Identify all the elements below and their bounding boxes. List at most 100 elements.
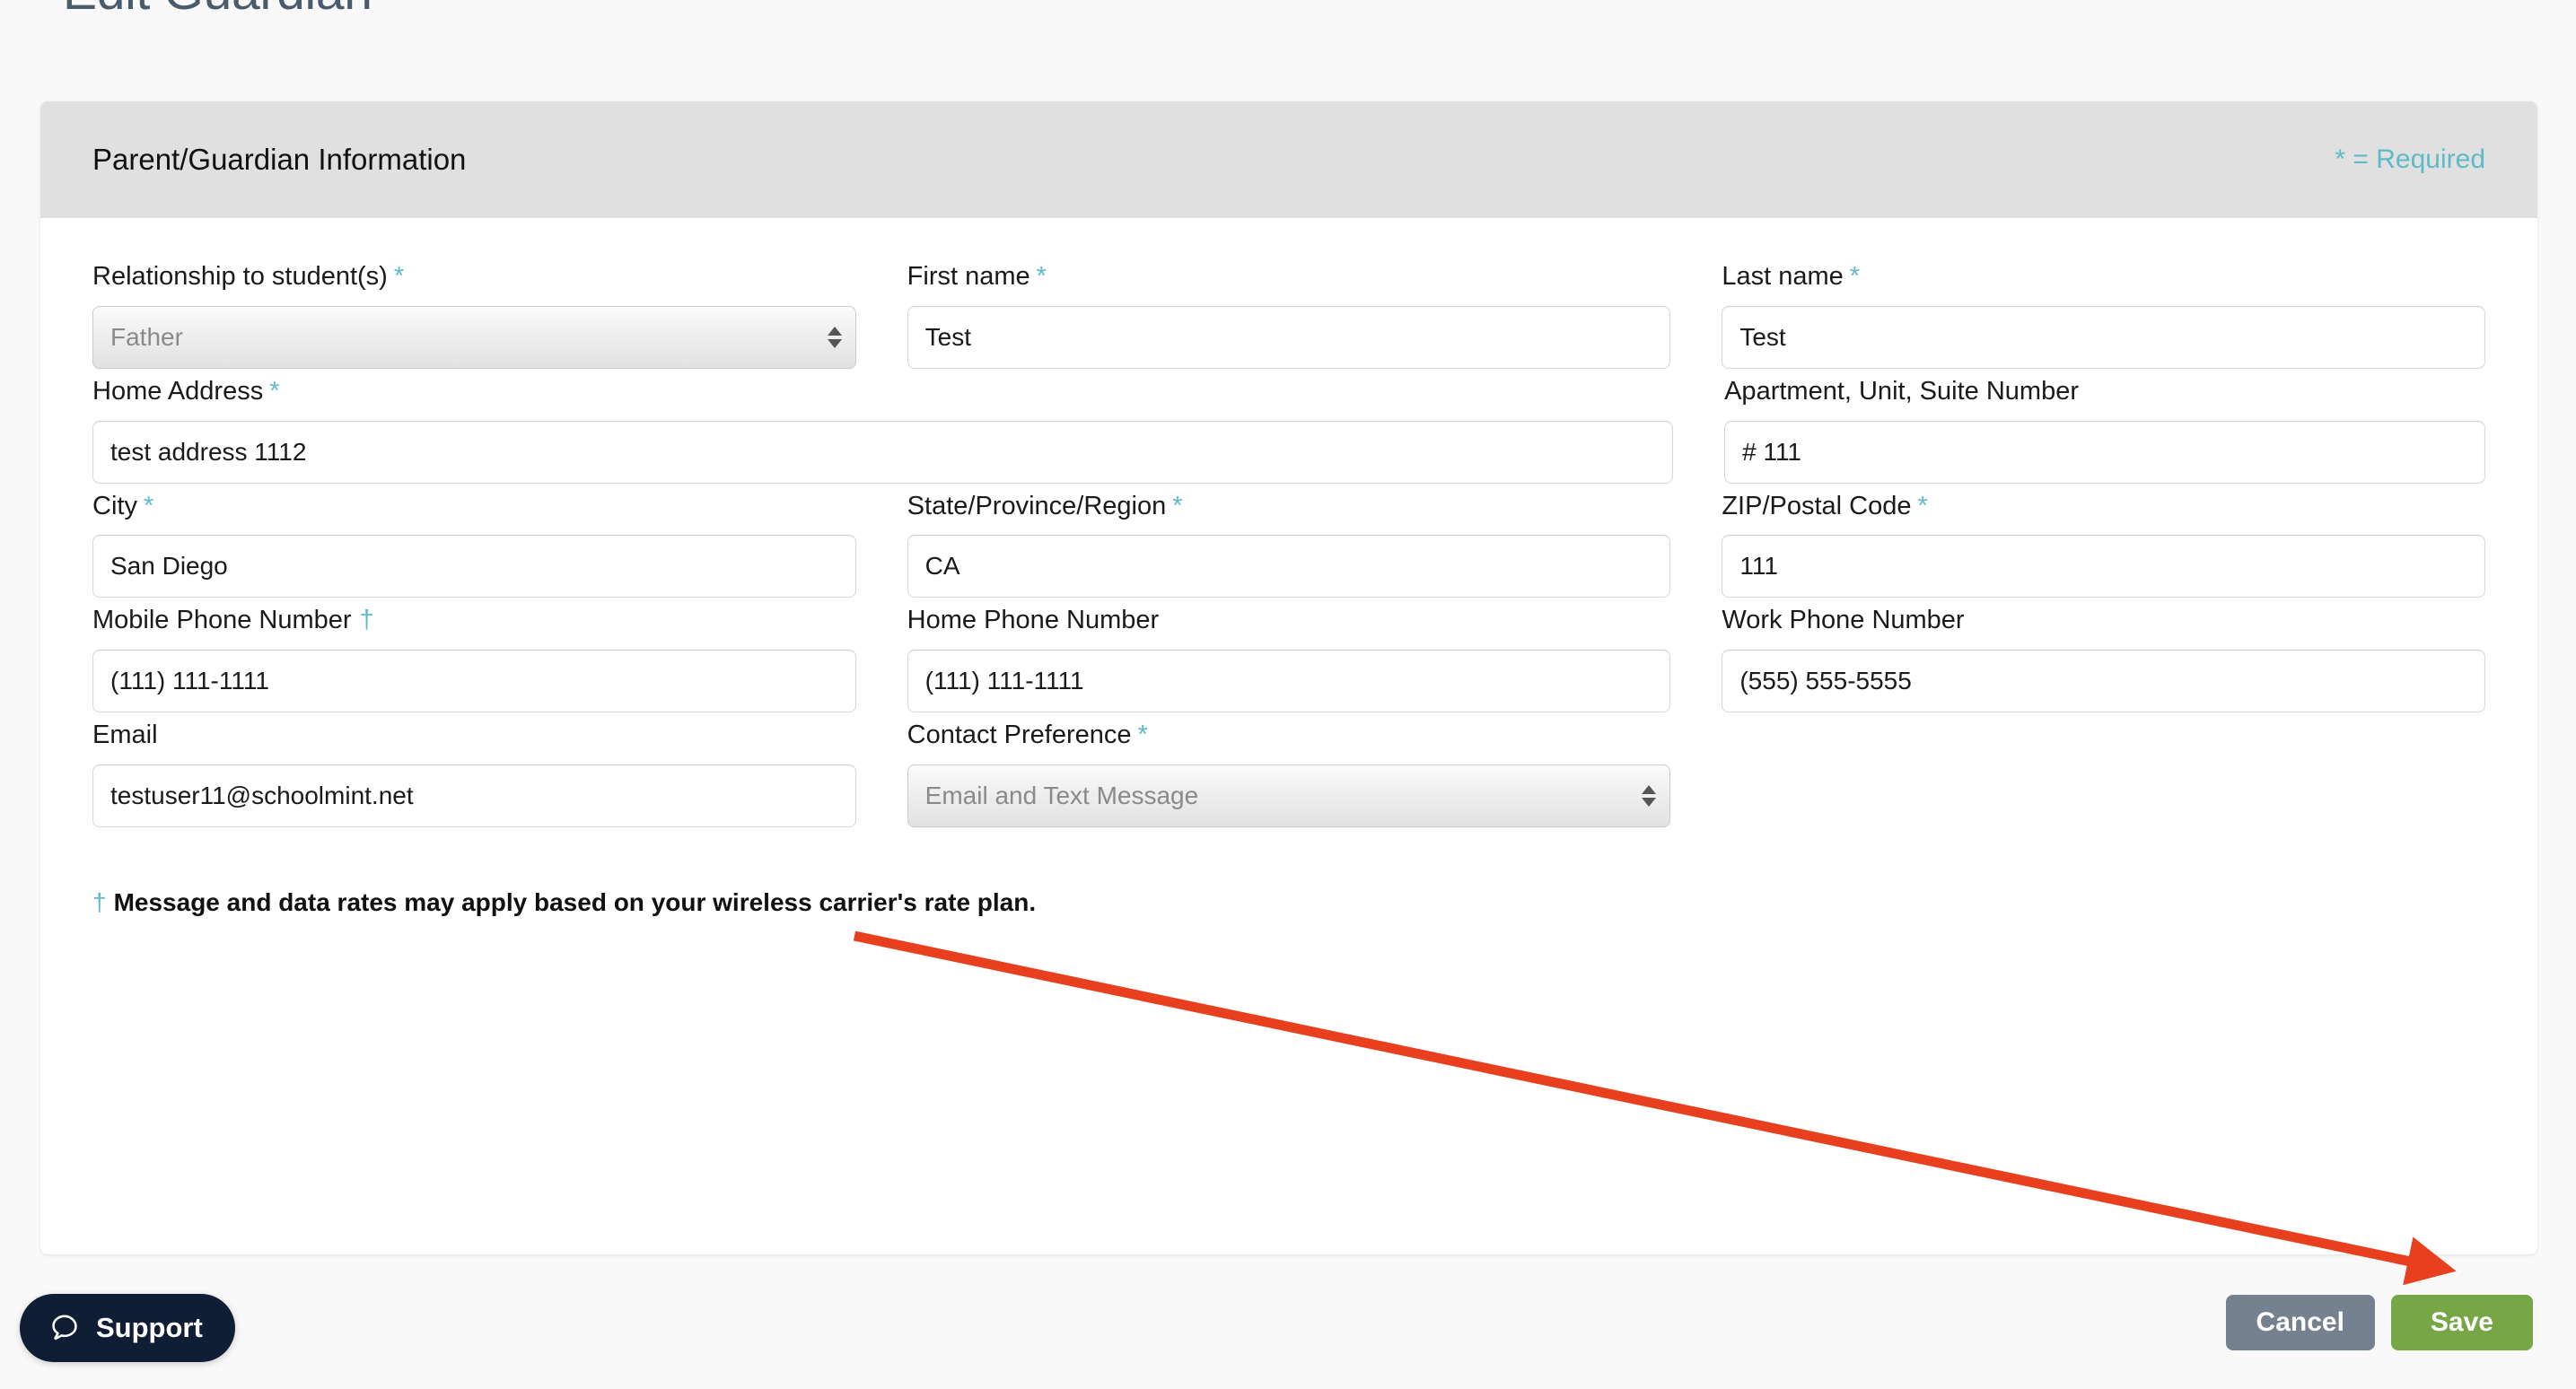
field-label: Home Phone Number [907, 605, 1671, 636]
dagger-icon: † [92, 887, 107, 916]
save-button[interactable]: Save [2390, 1295, 2533, 1350]
form-col: City * [92, 491, 856, 598]
relationship-select[interactable]: Father [92, 305, 856, 369]
required-star-icon: * [143, 491, 154, 520]
form-row: City* State/Province/Region* ZIP/Postal … [92, 491, 2486, 598]
chevron-up-icon [827, 326, 842, 336]
field-last-name: Last name * [1722, 261, 2486, 369]
label-text: Contact Preference [907, 721, 1132, 750]
chat-bubble-icon [52, 1315, 77, 1341]
label-text: Email [92, 721, 158, 750]
support-button[interactable]: Support [20, 1294, 235, 1362]
form-col: Relationship to student(s) * Father [92, 261, 856, 369]
support-label: Support [96, 1312, 203, 1343]
home-address-input[interactable] [92, 420, 1674, 484]
chevron-up-icon [1642, 784, 1657, 794]
form-col: ZIP/Postal Code * [1722, 491, 2486, 598]
label-text: Apartment, Unit, Suite Number [1724, 376, 2079, 406]
field-label: Relationship to student(s) * [92, 261, 856, 293]
guardian-information-card: Parent/Guardian Information * = Required… [40, 101, 2537, 1254]
required-star-icon: * [1917, 491, 1928, 520]
zip-postal-code-input[interactable] [1722, 535, 2486, 598]
required-star-icon: * [1849, 262, 1861, 291]
form-col: Mobile Phone Number † [92, 605, 856, 713]
form-col: Work Phone Number [1722, 605, 2486, 713]
edit-guardian-page: Edit Guardian Parent/Guardian Informatio… [0, 0, 2576, 1389]
field-state-province-region: State/Province/Region * [907, 491, 1671, 598]
field-zip-postal-code: ZIP/Postal Code * [1722, 491, 2486, 598]
field-label: Apartment, Unit, Suite Number [1724, 376, 2485, 407]
form-col: Last name * [1722, 261, 2486, 369]
city-input[interactable] [92, 535, 856, 598]
field-label: First name * [907, 261, 1671, 293]
contact-preference-select[interactable]: Email and Text Message [907, 764, 1671, 827]
field-email: Email [92, 720, 856, 827]
form-col: Contact Preference * Email and Text Messa… [907, 720, 1671, 827]
label-text: Mobile Phone Number [92, 606, 352, 635]
dagger-icon: † [359, 606, 374, 635]
form-row: Email Contact Preference* Email and Text… [92, 720, 2485, 827]
field-home-phone-number: Home Phone Number [907, 605, 1671, 713]
required-legend: * = Required [2335, 144, 2485, 174]
field-contact-preference: Contact Preference * Email and Text Messa… [907, 720, 1671, 827]
form-col: State/Province/Region * [907, 491, 1671, 598]
work-phone-number-input[interactable] [1722, 650, 2486, 713]
mobile-phone-number-input[interactable] [92, 650, 856, 713]
field-label: Work Phone Number [1722, 605, 2485, 636]
footnote-text: Message and data rates may apply based o… [113, 887, 1037, 916]
form-row: Mobile Phone Number† Home Phone Number W… [92, 605, 2486, 713]
field-home-address: Home Address * [92, 376, 1674, 484]
apartment-unit-suite-input[interactable] [1724, 420, 2485, 484]
label-text: Work Phone Number [1722, 606, 1965, 635]
field-first-name: First name * [907, 261, 1671, 369]
form-col: First name * [907, 261, 1671, 369]
required-star-icon: * [1137, 721, 1148, 750]
label-text: Relationship to student(s) [92, 262, 388, 291]
card-header: Parent/Guardian Information * = Required [40, 101, 2537, 218]
rates-footnote: † Message and data rates may apply based … [92, 888, 2485, 917]
field-relationship-to-students: Relationship to student(s) * Father [92, 261, 856, 369]
field-label: ZIP/Postal Code * [1722, 491, 2485, 522]
form-actions: Cancel Save [2225, 1295, 2533, 1350]
card-body: Relationship to student(s) * Father First… [40, 218, 2537, 917]
field-label: City * [92, 491, 856, 522]
form-col: Apartment, Unit, Suite Number [1724, 376, 2485, 484]
card-header-title: Parent/Guardian Information [92, 143, 467, 176]
field-label: Home Address * [92, 376, 1673, 407]
required-star-icon: * [1172, 491, 1183, 520]
field-label: Contact Preference * [907, 720, 1671, 751]
field-work-phone-number: Work Phone Number [1722, 605, 2486, 713]
contact-preference-select-wrap[interactable]: Email and Text Message [907, 764, 1671, 827]
field-apartment-unit-suite: Apartment, Unit, Suite Number [1724, 376, 2485, 484]
field-city: City * [92, 491, 856, 598]
cancel-button[interactable]: Cancel [2225, 1295, 2375, 1350]
field-label: State/Province/Region * [907, 491, 1671, 522]
field-label: Last name * [1722, 261, 2485, 293]
chevron-down-icon [1642, 797, 1657, 807]
required-star-icon: * [393, 262, 405, 291]
label-text: First name [907, 262, 1030, 291]
select-stepper-arrows-icon [827, 326, 842, 348]
page-title: Edit Guardian [63, 0, 372, 22]
form-col: Home Phone Number [907, 605, 1671, 713]
required-star-icon: * [1036, 262, 1047, 291]
home-phone-number-input[interactable] [907, 650, 1671, 713]
form-col: Home Address * [92, 376, 1674, 484]
form-col-empty [1722, 720, 2485, 827]
chevron-down-icon [827, 338, 842, 348]
form-row: Home Address* Apartment, Unit, Suite Num… [92, 376, 2485, 484]
last-name-input[interactable] [1722, 305, 2486, 369]
form-row: Relationship to student(s) * Father First… [92, 261, 2486, 369]
label-text: City [92, 491, 137, 520]
relationship-select-wrap[interactable]: Father [92, 305, 856, 369]
field-label: Mobile Phone Number † [92, 605, 856, 636]
label-text: Last name [1722, 262, 1844, 291]
field-label: Email [92, 720, 856, 751]
first-name-input[interactable] [907, 305, 1671, 369]
email-input[interactable] [92, 764, 856, 827]
label-text: ZIP/Postal Code [1722, 491, 1912, 520]
label-text: State/Province/Region [907, 491, 1167, 520]
label-text: Home Phone Number [907, 606, 1160, 635]
field-mobile-phone-number: Mobile Phone Number † [92, 605, 856, 713]
state-province-region-input[interactable] [907, 535, 1671, 598]
